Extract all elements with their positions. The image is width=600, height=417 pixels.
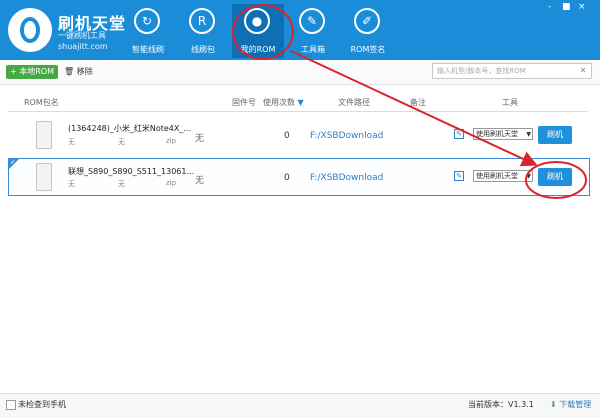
- col-tools[interactable]: 工具: [502, 97, 518, 108]
- download-manager-link[interactable]: ⬇ 下载管理: [550, 399, 591, 410]
- rom-meta: 无: [68, 180, 75, 188]
- user-icon: ●: [244, 8, 270, 34]
- phone-thumbnail-icon: [36, 163, 52, 191]
- top-bar: 刷机天堂 一键刷机工具 shuajitt.com - ■ × ↻ 智能线刷 R …: [0, 0, 600, 60]
- status-bar: 未检查到手机 当前版本：V1.3.1 ⬇ 下载管理: [0, 393, 600, 417]
- sort-icon: ▼: [297, 98, 304, 107]
- app-subtitle: 一键刷机工具: [58, 31, 106, 40]
- edit-icon[interactable]: ✎: [454, 129, 464, 139]
- phone-thumbnail-icon: [36, 121, 52, 149]
- flash-button[interactable]: 刷机: [538, 126, 572, 144]
- table-header: ROM包名 固件号 使用次数 ▼ 文件路径 备注 工具: [8, 93, 588, 112]
- logo-icon: [8, 8, 52, 52]
- maximize-button[interactable]: ■: [562, 2, 571, 12]
- trash-icon: 🗑: [64, 67, 75, 76]
- edit-icon[interactable]: ✎: [454, 171, 464, 181]
- rom-name: 联想_S890_S890_S511_13061...: [68, 167, 195, 176]
- rom-meta: 无: [68, 138, 75, 146]
- firmware-value: 无: [195, 134, 205, 144]
- file-path-link[interactable]: F:/XSBDownload: [310, 131, 383, 141]
- usage-count: 0: [284, 173, 290, 183]
- rom-meta: 无: [118, 138, 125, 146]
- tool-select[interactable]: 使用刷机天堂 ▼: [473, 128, 533, 140]
- check-icon: ✓: [10, 158, 16, 166]
- nav-toolbox[interactable]: ✎ 工具箱: [287, 4, 339, 58]
- rom-meta: 无: [118, 180, 125, 188]
- col-note[interactable]: 备注: [410, 97, 426, 108]
- package-r-icon: R: [189, 8, 215, 34]
- table-row[interactable]: (1364248)_小米_红米Note4X_... 无 无 zip 无 0 F:…: [8, 116, 590, 154]
- minimize-button[interactable]: -: [548, 2, 551, 12]
- close-button[interactable]: ×: [578, 2, 586, 12]
- search-input[interactable]: 输入机型/版本号，查找ROM ✕: [432, 63, 592, 79]
- tool-select[interactable]: 使用刷机天堂 ▼: [473, 170, 533, 182]
- nav-my-rom[interactable]: ● 我的ROM: [232, 4, 284, 58]
- col-rom-name[interactable]: ROM包名: [24, 97, 59, 108]
- phone-checkbox[interactable]: [6, 400, 16, 410]
- phone-refresh-icon: ↻: [134, 8, 160, 34]
- usage-count: 0: [284, 131, 290, 141]
- nav-flash-package[interactable]: R 线刷包: [177, 4, 229, 58]
- col-usage[interactable]: 使用次数 ▼: [263, 97, 304, 108]
- rom-name: (1364248)_小米_红米Note4X_...: [68, 124, 192, 133]
- add-local-rom-button[interactable]: + 本地ROM: [6, 65, 58, 79]
- clear-icon[interactable]: ✕: [578, 66, 588, 76]
- rom-format: zip: [166, 137, 177, 145]
- remove-button[interactable]: 🗑 移除: [64, 65, 93, 79]
- col-firmware[interactable]: 固件号: [232, 97, 256, 108]
- app-url: shuajitt.com: [58, 42, 108, 51]
- version-label: 当前版本：V1.3.1: [468, 400, 534, 409]
- table-row-selected[interactable]: ✓ 联想_S890_S890_S511_13061... 无 无 zip 无 0…: [8, 158, 590, 196]
- download-icon: ⬇: [550, 400, 557, 409]
- col-path[interactable]: 文件路径: [338, 97, 370, 108]
- rom-format: zip: [166, 179, 177, 187]
- flash-button[interactable]: 刷机: [538, 168, 572, 186]
- chevron-down-icon: ▼: [526, 173, 531, 180]
- file-path-link[interactable]: F:/XSBDownload: [310, 173, 383, 183]
- wrench-icon: ✎: [299, 8, 325, 34]
- nav-smart-flash[interactable]: ↻ 智能线刷: [122, 4, 174, 58]
- pen-icon: ✐: [354, 8, 380, 34]
- firmware-value: 无: [195, 176, 205, 186]
- nav-rom-sign[interactable]: ✐ ROM签名: [342, 4, 394, 58]
- chevron-down-icon: ▼: [526, 131, 531, 138]
- phone-status: 未检查到手机: [18, 400, 66, 409]
